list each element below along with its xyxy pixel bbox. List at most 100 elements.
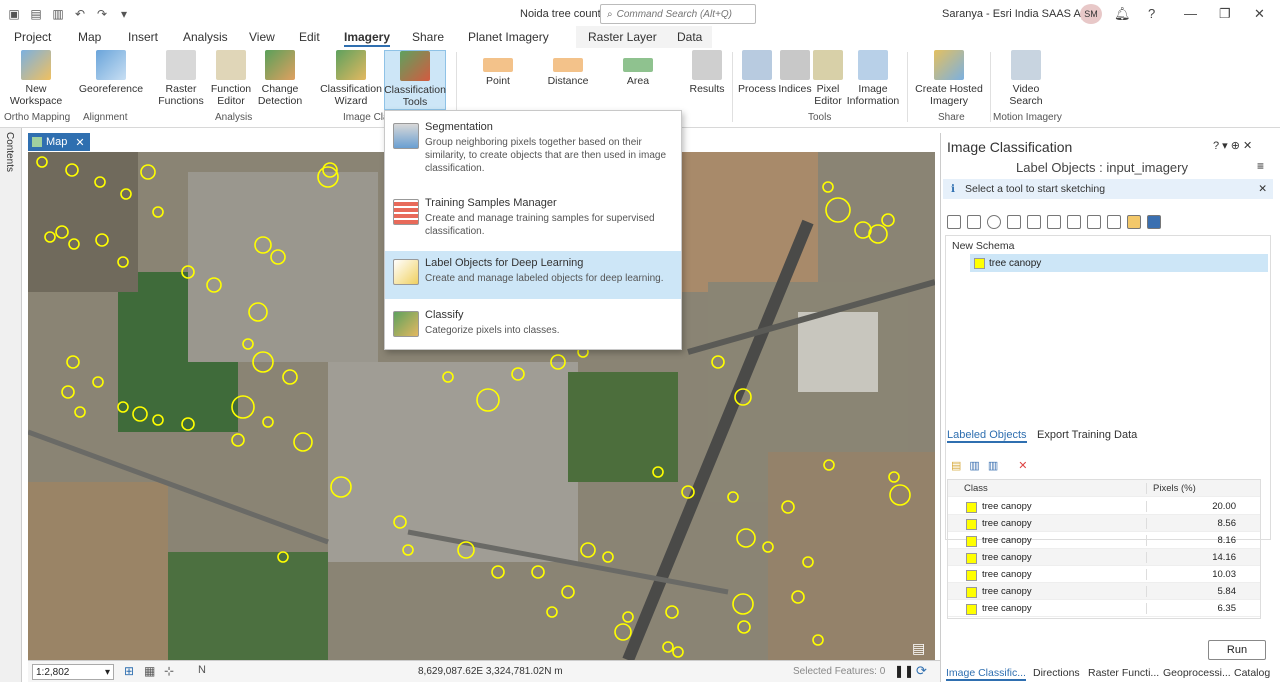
column-header-pixels[interactable]: Pixels (%): [1146, 482, 1250, 494]
rectangle-tool-icon[interactable]: [947, 215, 961, 229]
schema-class-item[interactable]: tree canopy: [970, 254, 1268, 272]
classification-wizard-icon: [336, 50, 366, 80]
open-folder-icon[interactable]: ▤: [951, 459, 961, 472]
close-icon[interactable]: ✕: [1258, 183, 1267, 195]
image-information-icon: [858, 50, 888, 80]
tab-imagery[interactable]: Imagery: [344, 30, 391, 47]
schema-name[interactable]: New Schema: [952, 240, 1014, 252]
constraints-icon[interactable]: ⊹: [164, 664, 174, 678]
image-information-button[interactable]: Image Information: [845, 50, 901, 110]
tab-raster-functions[interactable]: Raster Functi...: [1088, 667, 1159, 679]
save-icon[interactable]: ▥: [969, 459, 979, 472]
undo-icon[interactable]: ↶: [72, 6, 88, 22]
row-class: tree canopy: [982, 534, 1032, 546]
avatar[interactable]: SM: [1080, 4, 1102, 24]
redo-icon[interactable]: ↷: [94, 6, 110, 22]
measure-distance-button[interactable]: Distance: [546, 50, 590, 110]
tab-export-training-data[interactable]: Export Training Data: [1037, 429, 1137, 441]
table-row[interactable]: tree canopy 8.16: [948, 532, 1260, 549]
folder-new-icon[interactable]: ▣: [6, 6, 22, 22]
freehand-tool-icon[interactable]: [1007, 215, 1021, 229]
menu-item-label-objects[interactable]: Label Objects for Deep Learning Create a…: [385, 251, 681, 299]
close-icon[interactable]: ✕: [75, 136, 84, 149]
change-detection-button[interactable]: Change Detection: [254, 50, 306, 110]
chat-icon[interactable]: ▤: [912, 640, 925, 657]
table-row[interactable]: tree canopy 6.35: [948, 600, 1260, 617]
auto-detect-tool-icon[interactable]: [1027, 215, 1041, 229]
menu-item-segmentation[interactable]: Segmentation Group neighboring pixels to…: [385, 115, 681, 181]
tab-map[interactable]: Map: [78, 30, 101, 44]
command-search-input[interactable]: [616, 8, 745, 20]
function-editor-button[interactable]: Function Editor: [209, 50, 253, 110]
scale-select[interactable]: 1:2,802 ▾: [32, 664, 114, 680]
tab-planet-imagery[interactable]: Planet Imagery: [468, 30, 549, 44]
menu-icon[interactable]: ≡: [1257, 159, 1264, 173]
run-button[interactable]: Run: [1208, 640, 1266, 660]
snapping-icon[interactable]: ⊞: [124, 664, 134, 678]
add-class-icon[interactable]: [1107, 215, 1121, 229]
create-hosted-imagery-button[interactable]: Create Hosted Imagery: [914, 50, 984, 110]
classification-wizard-button[interactable]: Classification Wizard: [320, 50, 382, 110]
tab-directions[interactable]: Directions: [1033, 667, 1080, 679]
save-icon[interactable]: [1147, 215, 1161, 229]
contents-label[interactable]: Contents: [4, 132, 15, 172]
tab-labeled-objects[interactable]: Labeled Objects: [947, 429, 1027, 443]
tab-project[interactable]: Project: [14, 30, 51, 44]
classification-tools-button[interactable]: Classification Tools: [384, 50, 446, 110]
tab-image-classification[interactable]: Image Classific...: [946, 667, 1026, 681]
tab-data[interactable]: Data: [677, 30, 702, 44]
raster-functions-button[interactable]: Raster Functions: [155, 50, 207, 110]
new-workspace-button[interactable]: New Workspace: [6, 50, 66, 110]
select-tool-icon[interactable]: [1087, 215, 1101, 229]
tab-share[interactable]: Share: [412, 30, 444, 44]
circle-tool-icon[interactable]: [987, 215, 1001, 229]
tab-catalog[interactable]: Catalog: [1234, 667, 1270, 679]
map-view-tab[interactable]: Map ✕: [28, 133, 90, 151]
indices-button[interactable]: Indices: [776, 50, 814, 110]
results-button[interactable]: Results: [688, 50, 726, 110]
help-icon[interactable]: ?: [1148, 6, 1155, 21]
table-row[interactable]: tree canopy 5.84: [948, 583, 1260, 600]
minimize-icon[interactable]: —: [1184, 6, 1197, 21]
tab-edit[interactable]: Edit: [299, 30, 320, 44]
folder-open-icon[interactable]: ▤: [28, 6, 44, 22]
process-button[interactable]: Process: [738, 50, 776, 110]
video-search-button[interactable]: Video Search: [998, 50, 1054, 110]
restore-icon[interactable]: ❐: [1219, 6, 1231, 22]
tab-analysis[interactable]: Analysis: [183, 30, 228, 44]
menu-item-classify[interactable]: Classify Categorize pixels into classes.: [385, 303, 681, 343]
select-segment-tool-icon[interactable]: [1047, 215, 1061, 229]
pause-icon[interactable]: ❚❚: [894, 664, 914, 678]
edit-tool-icon[interactable]: [1067, 215, 1081, 229]
pixel-editor-button[interactable]: Pixel Editor: [812, 50, 844, 110]
create-hosted-imagery-icon: [934, 50, 964, 80]
close-icon[interactable]: ✕: [1254, 6, 1265, 22]
measure-area-button[interactable]: Area: [616, 50, 660, 110]
grid-icon[interactable]: ▦: [144, 664, 155, 678]
measure-point-button[interactable]: Point: [476, 50, 520, 110]
tab-insert[interactable]: Insert: [128, 30, 158, 44]
open-folder-icon[interactable]: [1127, 215, 1141, 229]
refresh-icon[interactable]: ⟳: [916, 663, 927, 679]
delete-icon[interactable]: ✕: [1018, 459, 1027, 472]
georeference-button[interactable]: Georeference: [78, 50, 144, 110]
north-arrow-icon[interactable]: N: [198, 664, 206, 676]
tab-raster-layer[interactable]: Raster Layer: [588, 30, 657, 44]
table-row[interactable]: tree canopy 14.16: [948, 549, 1260, 566]
column-header-class[interactable]: Class: [948, 483, 1146, 494]
save-icon[interactable]: ▥: [50, 6, 66, 22]
table-row[interactable]: tree canopy 20.00: [948, 498, 1260, 515]
tab-view[interactable]: View: [249, 30, 275, 44]
table-row[interactable]: tree canopy 10.03: [948, 566, 1260, 583]
tab-geoprocessing[interactable]: Geoprocessi...: [1163, 667, 1231, 679]
command-search[interactable]: ⌕: [600, 4, 756, 24]
save-as-icon[interactable]: ▥: [988, 459, 998, 472]
menu-item-training-samples-manager[interactable]: Training Samples Manager Create and mana…: [385, 191, 681, 244]
contents-rail[interactable]: [0, 128, 22, 682]
table-row[interactable]: tree canopy 8.56: [948, 515, 1260, 532]
notification-bell-icon[interactable]: 🔔︎: [1114, 6, 1131, 22]
pane-controls-icon[interactable]: ? ▾ ⊕ ✕: [1213, 139, 1252, 152]
pane-title: Image Classification: [947, 139, 1073, 155]
customize-icon[interactable]: ▾: [116, 6, 132, 22]
polygon-tool-icon[interactable]: [967, 215, 981, 229]
